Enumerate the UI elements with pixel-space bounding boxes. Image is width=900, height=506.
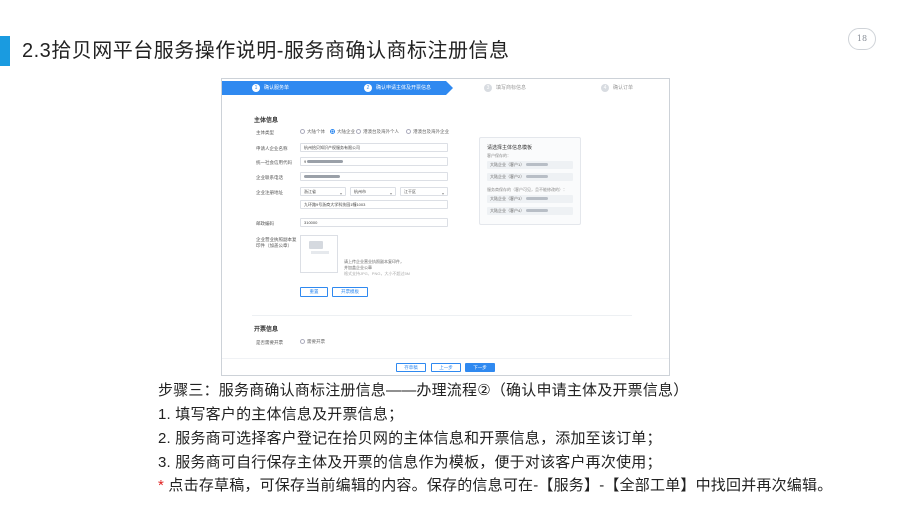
chevron-down-icon: ▾ [441,191,444,196]
postcode-label: 邮政编码 [256,221,274,226]
radio-icon [356,129,361,135]
step-number: 4 [601,84,609,92]
address-label: 企业注册地址 [256,190,283,195]
app-screenshot: 1 确认服务单 2 确认申请主体及开票信息 3 填写商标信息 4 确认订单 主体… [221,78,670,376]
divider [252,315,632,316]
applicant-name-label: 申请人企业名称 [256,146,288,151]
chevron-down-icon: ▾ [339,191,342,196]
description-item-2: 2. 服务商可选择客户登记在拾贝网的主体信息和开票信息，添加至该订单； [158,430,662,447]
next-step-button[interactable]: 下一步 [465,363,495,372]
slide-title: 2.3拾贝网平台服务操作说明-服务商确认商标注册信息 [22,40,510,62]
postcode-input[interactable]: 310000 [300,218,448,227]
address-detail-input[interactable]: 九环路9号浙商大学科技园1幢1003 [300,200,448,209]
step-arrow-icon [446,81,453,95]
step-label: 填写商标信息 [496,85,527,91]
step-label: 确认服务单 [264,85,290,91]
radio-icon [300,339,305,345]
reset-button[interactable]: 重置 [300,287,328,297]
description-item-3: 3. 服务商可自行保存主体及开票的信息作为模板，便于对该客户再次使用； [158,454,662,471]
radio-subject-overseas-individual[interactable]: 港澳台及海外个人 [356,129,399,135]
chevron-down-icon: ▾ [389,191,392,196]
step-3[interactable]: 3 填写商标信息 [462,81,562,95]
invoice-need-option[interactable]: 需要开票 [300,339,325,345]
credit-code-input[interactable]: 9 [300,157,448,166]
step-label: 确认申请主体及开票信息 [376,85,432,91]
province-select[interactable]: 浙江省 ▾ [300,187,346,196]
city-select[interactable]: 杭州市 ▾ [350,187,396,196]
redacted-value [304,175,340,179]
credit-code-label: 统一社会信用代码 [256,160,292,165]
template-item[interactable]: 大陆企业（客户1） [487,161,573,169]
invoice-need-label: 是否需要开票 [256,340,283,345]
applicant-name-input[interactable]: 杭州拾贝知识产权服务有限公司 [300,143,448,152]
save-draft-button[interactable]: 存草稿 [396,363,426,372]
step-1[interactable]: 1 确认服务单 [222,81,342,95]
step-number: 1 [252,84,260,92]
progress-stepper: 1 确认服务单 2 确认申请主体及开票信息 3 填写商标信息 4 确认订单 [222,79,669,98]
step-description-title: 步骤三：服务商确认商标注册信息——办理流程②（确认申请主体及开票信息） [158,382,689,399]
step-2[interactable]: 2 确认申请主体及开票信息 [342,81,446,95]
radio-icon [406,129,411,135]
upload-format-tip: 格式支持JPG、PNG，大小不超过5M [344,271,411,276]
template-item[interactable]: 大陆企业（客户2） [487,173,573,181]
description-note: * 点击存草稿，可保存当前编辑的内容。保存的信息可在-【服务】-【全部工单】中找… [158,475,832,497]
template-item[interactable]: 大陆企业（客户4） [487,207,573,215]
prev-step-button[interactable]: 上一步 [431,363,461,372]
license-upload-thumbnail[interactable] [300,235,338,273]
redacted-value [307,160,344,164]
customer-saved-label: 客户保存的： [487,153,511,158]
form-footer: 存草稿 上一步 下一步 [222,358,669,375]
template-panel-title: 请选择主体信息模板 [487,145,533,151]
title-accent-bar [0,36,10,66]
step-4[interactable]: 4 确认订单 [577,81,667,95]
radio-subject-overseas-company[interactable]: 港澳台及海外企业 [406,129,449,135]
radio-checked-icon [330,129,335,135]
upload-tip: 请上传企业营业执照副本复印件，并加盖企业公章 [344,259,404,270]
step-label: 确认订单 [613,85,634,91]
phone-input[interactable] [300,172,448,181]
step-number: 2 [364,84,372,92]
radio-icon [300,129,305,135]
provider-saved-label: 服务商保存的（客户可见，且不能修改的）： [487,187,567,192]
subject-type-label: 主体类型 [256,130,274,135]
step-number: 3 [484,84,492,92]
radio-subject-company[interactable]: 大陆企业 [330,129,355,135]
phone-label: 企业联系电话 [256,175,283,180]
image-placeholder-icon [309,241,329,254]
district-select[interactable]: 江干区 ▾ [400,187,448,196]
template-panel: 请选择主体信息模板 客户保存的： 大陆企业（客户1） 大陆企业（客户2） 服务商… [479,137,581,225]
page-number-badge: 18 [848,28,876,50]
note-text: 点击存草稿，可保存当前编辑的内容。保存的信息可在-【服务】-【全部工单】中找回并… [164,477,833,494]
radio-subject-individual[interactable]: 大陆个体 [300,129,325,135]
section-title-invoice: 开票信息 [254,327,279,333]
template-item[interactable]: 大陆企业（客户3） [487,195,573,203]
invoice-template-button[interactable]: 开票模板 [332,287,368,297]
section-title-subject: 主体信息 [254,118,279,124]
description-item-1: 1. 填写客户的主体信息及开票信息； [158,406,404,423]
license-label: 企业营业执照副本复印件（加盖公章） [256,237,297,248]
